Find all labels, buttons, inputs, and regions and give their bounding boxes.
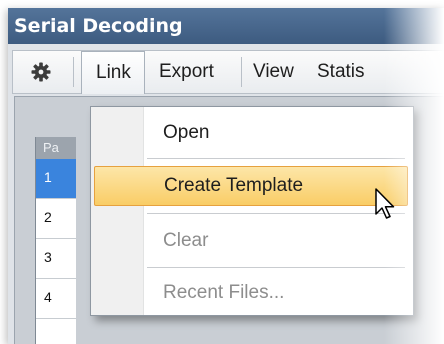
menu-statistics[interactable]: Statis bbox=[317, 51, 365, 93]
menu-item-recent-files[interactable]: Recent Files... bbox=[94, 273, 408, 313]
grid-row[interactable]: 1 bbox=[36, 159, 76, 199]
packet-grid: Pa 1 2 3 4 bbox=[35, 137, 76, 344]
menu-link[interactable]: Link bbox=[81, 51, 145, 94]
grid-row[interactable]: 2 bbox=[36, 199, 76, 239]
grid-row[interactable]: 3 bbox=[36, 239, 76, 279]
menu-item-create-template[interactable]: Create Template bbox=[94, 166, 408, 206]
window-title: Serial Decoding bbox=[8, 8, 444, 44]
settings-button[interactable] bbox=[13, 51, 69, 93]
menu-separator bbox=[147, 158, 405, 159]
link-dropdown-menu: Open Create Template Clear Recent Files.… bbox=[90, 106, 414, 316]
menu-export[interactable]: Export bbox=[159, 51, 214, 93]
menu-separator bbox=[147, 213, 405, 214]
toolbar-separator bbox=[73, 57, 74, 87]
gear-icon bbox=[31, 62, 51, 82]
menu-item-open[interactable]: Open bbox=[94, 113, 408, 153]
grid-column-header[interactable]: Pa bbox=[36, 137, 76, 159]
menu-view[interactable]: View bbox=[253, 51, 294, 93]
grid-row[interactable]: 4 bbox=[36, 279, 76, 319]
toolbar: Link Export View Statis bbox=[12, 50, 444, 94]
menu-separator bbox=[147, 267, 405, 268]
mouse-pointer-icon bbox=[375, 188, 395, 219]
toolbar-separator bbox=[241, 57, 242, 87]
menu-item-clear[interactable]: Clear bbox=[94, 221, 408, 261]
